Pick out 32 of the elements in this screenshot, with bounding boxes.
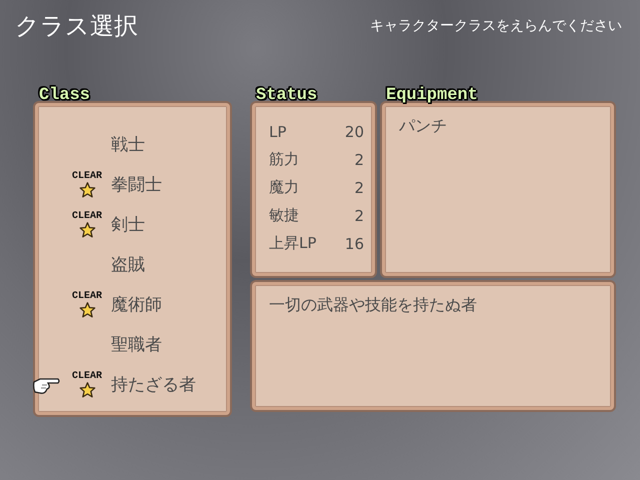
class-option[interactable]: 持たざる者 bbox=[111, 372, 196, 396]
clear-label: CLEAR bbox=[72, 370, 102, 382]
star-icon bbox=[78, 302, 96, 318]
star-icon bbox=[78, 382, 96, 398]
clear-label: CLEAR bbox=[72, 210, 102, 222]
instruction-text: キャラクタークラスをえらんでください bbox=[370, 17, 622, 35]
panel-label: Equipment bbox=[386, 86, 478, 105]
stat-value: 16 bbox=[344, 234, 364, 252]
stat-name: 魔力 bbox=[269, 178, 299, 197]
screen-title: クラス選択 bbox=[15, 11, 138, 42]
stat-value: 20 bbox=[344, 122, 364, 140]
panel-label: Status bbox=[256, 86, 318, 105]
star-icon bbox=[78, 222, 96, 238]
class-option[interactable]: 戦士 bbox=[111, 132, 145, 156]
clear-label: CLEAR bbox=[72, 170, 102, 182]
stat-name: 筋力 bbox=[269, 150, 299, 169]
clear-label: CLEAR bbox=[72, 290, 102, 302]
stat-name: 上昇LP bbox=[269, 234, 316, 253]
class-option[interactable]: 聖職者 bbox=[111, 332, 162, 356]
class-description: 一切の武器や技能を持たぬ者 bbox=[269, 295, 477, 314]
stat-name: 敏捷 bbox=[269, 206, 299, 225]
class-option[interactable]: 魔術師 bbox=[111, 292, 162, 316]
stat-value: 2 bbox=[354, 178, 364, 196]
star-icon bbox=[78, 182, 96, 198]
panel-label: Class bbox=[39, 86, 90, 105]
class-option[interactable]: 剣士 bbox=[111, 212, 145, 236]
class-option[interactable]: 拳闘士 bbox=[111, 172, 162, 196]
stat-value: 2 bbox=[354, 150, 364, 168]
stat-name: LP bbox=[269, 122, 286, 140]
class-option[interactable]: 盗賊 bbox=[111, 252, 145, 276]
equipment-item: パンチ bbox=[399, 116, 447, 135]
stat-value: 2 bbox=[354, 206, 364, 224]
